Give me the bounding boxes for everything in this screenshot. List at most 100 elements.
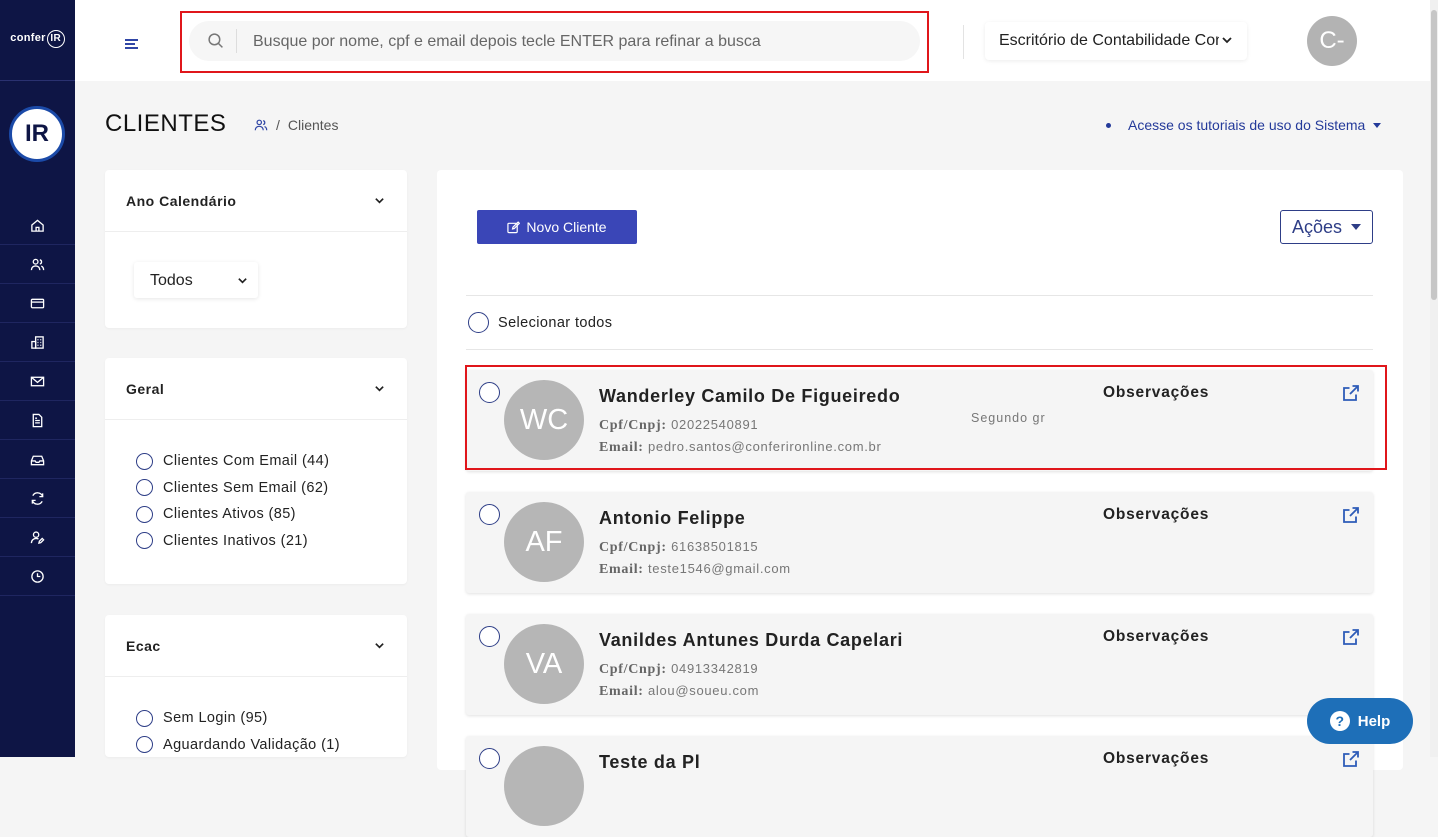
external-link-icon[interactable]	[1342, 750, 1360, 768]
client-card[interactable]: Teste da Pl Observações	[466, 736, 1373, 837]
cpf-value: 02022540891	[671, 417, 759, 432]
filter-ecac-title: Ecac	[126, 638, 161, 654]
search-highlight-box	[180, 11, 929, 73]
users-icon[interactable]	[254, 118, 268, 132]
client-cpf: Cpf/Cnpj: 02022540891	[599, 417, 758, 434]
filter-ecac-header[interactable]: Ecac	[105, 615, 407, 677]
radio-button[interactable]	[136, 505, 153, 523]
sidebar-item-messages[interactable]	[0, 362, 75, 401]
users-icon	[30, 258, 45, 270]
filter-card-ano: Ano Calendário Todos	[105, 170, 407, 328]
tutorials-dropdown[interactable]: Acesse os tutoriais de uso do Sistema	[1106, 117, 1382, 133]
external-link-icon[interactable]	[1342, 628, 1360, 646]
clock-icon	[31, 569, 44, 583]
filter-geral-header[interactable]: Geral	[105, 358, 407, 420]
filter-option[interactable]: Clientes Com Email (44)	[136, 448, 329, 475]
menu-toggle-icon[interactable]	[125, 39, 138, 49]
scrollbar-thumb[interactable]	[1431, 10, 1437, 300]
client-name[interactable]: Vanildes Antunes Durda Capelari	[599, 630, 903, 651]
client-name[interactable]: Antonio Felippe	[599, 508, 745, 529]
email-label: Email:	[599, 440, 644, 455]
chevron-down-icon	[375, 198, 384, 204]
clients-panel: Novo Cliente Ações Selecionar todos WC W…	[437, 170, 1403, 837]
office-select[interactable]: Escritório de Contabilidade Cont	[985, 22, 1247, 60]
brand-badge-icon: IR	[9, 106, 65, 162]
radio-button[interactable]	[468, 312, 489, 333]
client-select-radio[interactable]	[479, 748, 500, 769]
client-select-radio[interactable]	[479, 626, 500, 647]
actions-dropdown-button[interactable]: Ações	[1280, 210, 1373, 244]
client-select-radio[interactable]	[479, 382, 500, 403]
client-name[interactable]: Teste da Pl	[599, 752, 700, 773]
radio-button[interactable]	[136, 479, 153, 497]
client-card[interactable]: VA Vanildes Antunes Durda Capelari Cpf/C…	[466, 614, 1373, 715]
sidebar-item-sync[interactable]	[0, 479, 75, 518]
filter-option[interactable]: Clientes Ativos (85)	[136, 501, 329, 528]
client-cpf: Cpf/Cnpj: 61638501815	[599, 539, 758, 556]
mail-icon	[30, 376, 45, 386]
card-icon	[30, 298, 45, 308]
client-name[interactable]: Wanderley Camilo De Figueiredo	[599, 386, 900, 407]
new-client-button[interactable]: Novo Cliente	[477, 210, 637, 244]
filter-ano-header[interactable]: Ano Calendário	[105, 170, 407, 232]
email-label: Email:	[599, 562, 644, 577]
client-email: Email: teste1546@gmail.com	[599, 561, 791, 578]
buildings-icon	[31, 335, 44, 349]
radio-button[interactable]	[136, 452, 153, 470]
filter-option[interactable]: Clientes Inativos (21)	[136, 528, 329, 555]
sidebar: confer IR IR	[0, 0, 75, 757]
email-value: alou@soueu.com	[647, 683, 760, 698]
help-button[interactable]: ? Help	[1307, 698, 1413, 744]
sidebar-item-reports[interactable]	[0, 557, 75, 596]
email-value: teste1546@gmail.com	[647, 561, 791, 576]
brand-logo[interactable]: confer IR	[0, 30, 75, 48]
filter-option[interactable]: Clientes Sem Email (62)	[136, 475, 329, 502]
brand-logo-badge: IR	[46, 30, 65, 48]
tutorials-link-label: Acesse os tutoriais de uso do Sistema	[1128, 117, 1366, 133]
client-select-radio[interactable]	[479, 504, 500, 525]
filter-option-label: Clientes Ativos (85)	[163, 506, 296, 523]
filter-geral-title: Geral	[126, 381, 165, 397]
sidebar-divider	[0, 80, 75, 81]
cpf-value: 61638501815	[671, 539, 759, 554]
sidebar-item-companies[interactable]	[0, 323, 75, 362]
client-card[interactable]: AF Antonio Felippe Cpf/Cnpj: 61638501815…	[466, 492, 1373, 593]
radio-button[interactable]	[136, 736, 153, 754]
client-note: Segundo gr	[971, 411, 1046, 425]
actions-label: Ações	[1291, 216, 1343, 237]
client-avatar: AF	[504, 502, 584, 582]
sidebar-item-user-settings[interactable]	[0, 518, 75, 557]
help-icon: ?	[1329, 711, 1350, 731]
sync-icon	[31, 491, 44, 505]
radio-button[interactable]	[136, 532, 153, 550]
year-select[interactable]: Todos	[134, 262, 258, 298]
filter-ecac-options: Sem Login (95) Aguardando Validação (1)	[136, 705, 340, 758]
external-link-icon[interactable]	[1342, 506, 1360, 524]
sidebar-item-payments[interactable]	[0, 284, 75, 323]
filter-option[interactable]: Aguardando Validação (1)	[136, 732, 340, 759]
client-avatar-initials: VA	[525, 647, 563, 680]
caret-down-icon	[1351, 224, 1362, 230]
client-email: Email: pedro.santos@conferironline.com.b…	[599, 439, 882, 456]
external-link-icon[interactable]	[1342, 384, 1360, 402]
observations-label: Observações	[1103, 628, 1210, 645]
breadcrumb-current: Clientes	[287, 117, 339, 133]
filter-option-label: Clientes Sem Email (62)	[163, 479, 329, 496]
filter-option[interactable]: Sem Login (95)	[136, 705, 340, 732]
sidebar-item-home[interactable]	[0, 206, 75, 245]
sidebar-item-documents[interactable]	[0, 401, 75, 440]
client-card[interactable]: WC Wanderley Camilo De Figueiredo Cpf/Cn…	[466, 370, 1373, 471]
topbar-divider	[963, 25, 964, 59]
user-edit-icon	[30, 530, 45, 544]
cpf-value: 04913342819	[671, 661, 759, 676]
sidebar-item-clients[interactable]	[0, 245, 75, 284]
sidebar-item-inbox[interactable]	[0, 440, 75, 479]
filter-option-label: Sem Login (95)	[163, 710, 268, 727]
cpf-label: Cpf/Cnpj:	[599, 418, 667, 433]
user-avatar[interactable]: C-	[1307, 16, 1357, 66]
radio-button[interactable]	[136, 709, 153, 727]
topbar: Escritório de Contabilidade Cont C-	[75, 0, 1438, 81]
breadcrumb-separator: /	[276, 117, 280, 133]
user-avatar-initials: C-	[1319, 27, 1345, 54]
select-all-option[interactable]: Selecionar todos	[468, 312, 612, 333]
